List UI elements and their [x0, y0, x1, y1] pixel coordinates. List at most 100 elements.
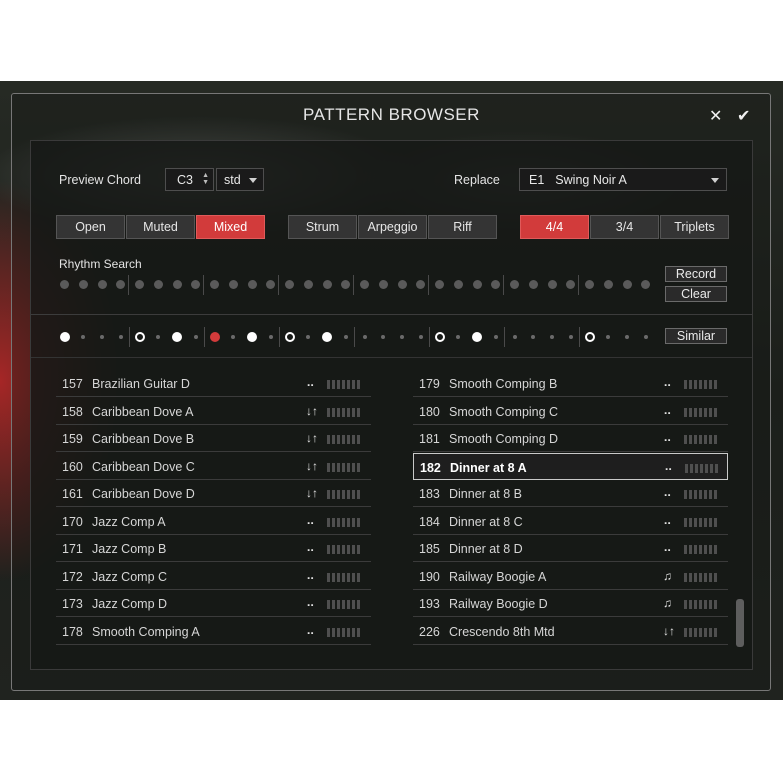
- stepper-arrows-icon[interactable]: ▲ ▼: [202, 172, 209, 186]
- replace-pattern-select[interactable]: E1 Swing Noir A: [519, 168, 727, 191]
- rhythm-step-dot[interactable]: [285, 280, 294, 289]
- up-down-arrows-icon: ↓↑: [663, 623, 675, 638]
- pattern-row[interactable]: 181 Smooth Comping D ⠤: [413, 425, 728, 452]
- voicing-muted-button[interactable]: Muted: [126, 215, 195, 239]
- pattern-level-meter: [327, 600, 362, 609]
- rhythm-step-dot[interactable]: [453, 280, 463, 289]
- style-riff-button[interactable]: Riff: [428, 215, 497, 239]
- rhythm-step-dot[interactable]: [510, 280, 519, 289]
- rhythm-step-dot[interactable]: [322, 280, 332, 289]
- rhythm-step-dot[interactable]: [60, 280, 69, 289]
- pattern-row[interactable]: 226 Crescendo 8th Mtd ↓↑: [413, 618, 728, 645]
- rhythm-step-dot[interactable]: [172, 280, 182, 289]
- pattern-name: Smooth Comping D: [449, 432, 559, 446]
- rhythm-step-dot[interactable]: [191, 280, 201, 289]
- pattern-number: 171: [62, 542, 83, 556]
- pattern-row[interactable]: 157 Brazilian Guitar D ⠤: [56, 370, 371, 397]
- chord-type-select[interactable]: std: [216, 168, 264, 191]
- pattern-name: Dinner at 8 C: [449, 514, 523, 529]
- style-arpeggio-button[interactable]: Arpeggio: [358, 215, 427, 239]
- beat-separator: [128, 275, 130, 295]
- pattern-number: 158: [62, 404, 83, 419]
- meter-triplets-button[interactable]: Triplets: [660, 215, 729, 239]
- step-accent-dot: [209, 332, 220, 342]
- rhythm-step-dot[interactable]: [603, 280, 613, 289]
- rhythm-step-dot[interactable]: [153, 280, 163, 289]
- pattern-name: Crescendo 8th Mtd: [449, 624, 555, 639]
- rhythm-step-dot[interactable]: [528, 280, 538, 289]
- rhythm-search-grid[interactable]: [58, 275, 656, 295]
- rhythm-step-dot[interactable]: [341, 280, 351, 289]
- similar-button[interactable]: Similar: [665, 328, 727, 344]
- pattern-name: Caribbean Dove C: [92, 459, 195, 474]
- rhythm-step-dot[interactable]: [210, 280, 219, 289]
- voicing-mixed-button[interactable]: Mixed: [196, 215, 265, 239]
- pattern-number: 182: [420, 460, 441, 475]
- rhythm-step-dot[interactable]: [397, 280, 407, 289]
- rhythm-search-label: Rhythm Search: [59, 257, 142, 271]
- confirm-icon[interactable]: ✔: [737, 106, 750, 126]
- pattern-row[interactable]: 190 Railway Boogie A ♫: [413, 563, 728, 590]
- style-strum-button[interactable]: Strum: [288, 215, 357, 239]
- record-button[interactable]: Record: [665, 266, 727, 282]
- rhythm-step-dot[interactable]: [247, 280, 257, 289]
- pattern-row[interactable]: 193 Railway Boogie D ♫: [413, 590, 728, 617]
- pattern-row[interactable]: 158 Caribbean Dove A ↓↑: [56, 398, 371, 425]
- dash-pattern-icon: ⠤: [663, 486, 672, 500]
- meter-4-4-button[interactable]: 4/4: [520, 215, 589, 239]
- step-small-dot: [400, 335, 404, 339]
- pattern-level-meter: [684, 517, 719, 527]
- chord-note-stepper[interactable]: C3 ▲ ▼: [165, 168, 214, 191]
- rhythm-step-dot[interactable]: [228, 280, 238, 289]
- pattern-row[interactable]: 171 Jazz Comp B ⠤: [56, 535, 371, 562]
- rhythm-step-dot[interactable]: [491, 280, 501, 289]
- pattern-name: Smooth Comping A: [92, 624, 200, 639]
- pattern-row[interactable]: 178 Smooth Comping A ⠤: [56, 618, 371, 645]
- rhythm-step-dot[interactable]: [303, 280, 313, 289]
- pattern-level-meter: [684, 490, 719, 499]
- up-down-arrows-icon: ↓↑: [306, 458, 318, 473]
- pattern-number: 161: [62, 487, 83, 501]
- rhythm-step-dot[interactable]: [97, 280, 107, 289]
- rhythm-step-dot[interactable]: [622, 280, 632, 289]
- rhythm-step-dot[interactable]: [378, 280, 388, 289]
- rhythm-step-dot[interactable]: [78, 280, 88, 289]
- close-icon[interactable]: ✕: [709, 106, 722, 126]
- clear-button[interactable]: Clear: [665, 286, 727, 302]
- pattern-row[interactable]: 172 Jazz Comp C ⠤: [56, 563, 371, 590]
- pattern-row[interactable]: 183 Dinner at 8 B ⠤: [413, 480, 728, 507]
- meter-group: 4/4 3/4 Triplets: [520, 215, 730, 239]
- rhythm-step-dot[interactable]: [472, 280, 482, 289]
- step-small-dot: [418, 335, 423, 339]
- pattern-row[interactable]: 180 Smooth Comping C ⠤: [413, 398, 728, 425]
- rhythm-step-dot[interactable]: [135, 280, 144, 289]
- pattern-row[interactable]: 173 Jazz Comp D ⠤: [56, 590, 371, 617]
- rhythm-step-dot[interactable]: [416, 280, 426, 289]
- beat-separator: [578, 275, 580, 295]
- rhythm-step-dot[interactable]: [547, 280, 557, 289]
- rhythm-step-dot[interactable]: [435, 280, 444, 289]
- rhythm-step-dot[interactable]: [585, 280, 594, 289]
- pattern-row[interactable]: 161 Caribbean Dove D ↓↑: [56, 480, 371, 507]
- rhythm-step-dot[interactable]: [116, 280, 126, 289]
- beat-separator: [579, 327, 581, 347]
- dash-pattern-icon: ⠤: [306, 541, 315, 555]
- pattern-row[interactable]: 159 Caribbean Dove B ↓↑: [56, 425, 371, 452]
- voicing-open-button[interactable]: Open: [56, 215, 125, 239]
- rhythm-step-dot[interactable]: [266, 280, 276, 289]
- meter-3-4-button[interactable]: 3/4: [590, 215, 659, 239]
- pattern-row[interactable]: 179 Smooth Comping B ⠤: [413, 370, 728, 397]
- pattern-row[interactable]: 184 Dinner at 8 C ⠤: [413, 508, 728, 535]
- pattern-row[interactable]: 170 Jazz Comp A ⠤: [56, 508, 371, 535]
- step-open-dot: [584, 332, 595, 342]
- beat-separator: [504, 327, 506, 347]
- pattern-row[interactable]: 185 Dinner at 8 D ⠤: [413, 535, 728, 562]
- list-scrollbar[interactable]: [736, 599, 744, 647]
- rhythm-step-dot[interactable]: [641, 280, 651, 289]
- chord-note-value: C3: [177, 172, 193, 187]
- pattern-name: Dinner at 8 D: [449, 542, 523, 556]
- pattern-row[interactable]: 160 Caribbean Dove C ↓↑: [56, 453, 371, 480]
- rhythm-step-dot[interactable]: [360, 280, 369, 289]
- pattern-row[interactable]: 182 Dinner at 8 A ⠤: [413, 452, 728, 480]
- rhythm-step-dot[interactable]: [566, 280, 576, 289]
